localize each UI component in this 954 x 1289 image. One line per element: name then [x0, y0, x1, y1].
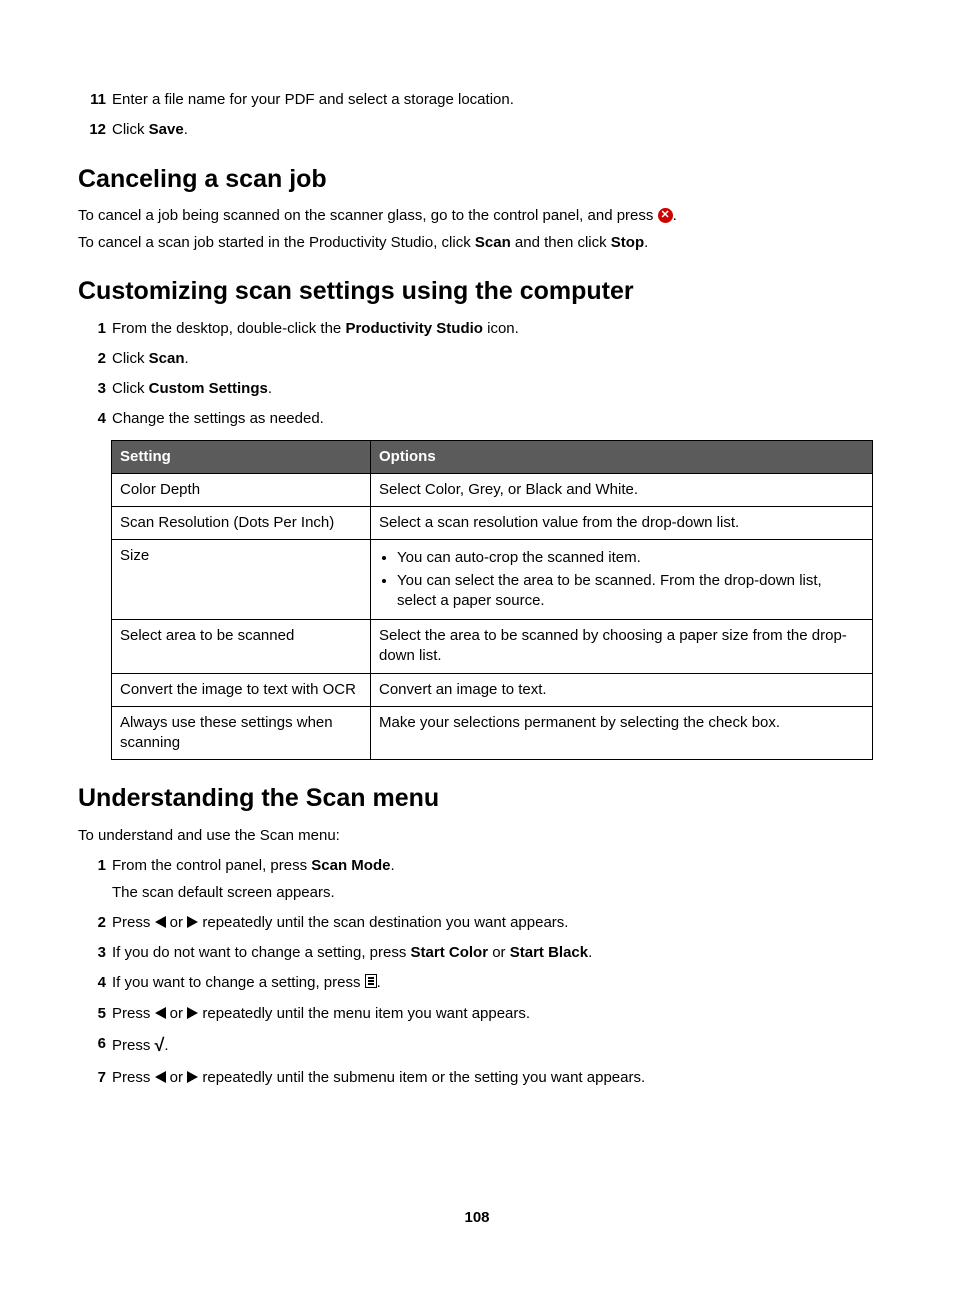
heading-canceling: Canceling a scan job — [78, 163, 876, 197]
table-header-row: Setting Options — [112, 440, 873, 473]
custom-step-1: 1 From the desktop, double-click the Pro… — [78, 319, 876, 339]
right-arrow-icon — [187, 916, 198, 928]
left-arrow-icon — [155, 1007, 166, 1019]
cancel-para-1: To cancel a job being scanned on the sca… — [78, 206, 876, 226]
step-11: 11 Enter a file name for your PDF and se… — [78, 90, 876, 110]
check-icon: √ — [155, 1033, 165, 1057]
col-setting: Setting — [112, 440, 371, 473]
step-1-subtext: The scan default screen appears. — [112, 883, 876, 903]
table-row: Select area to be scanned Select the are… — [112, 620, 873, 674]
table-row: Scan Resolution (Dots Per Inch) Select a… — [112, 507, 873, 540]
table-row: Color Depth Select Color, Grey, or Black… — [112, 473, 873, 506]
step-text: Enter a file name for your PDF and selec… — [112, 90, 876, 110]
table-row: Convert the image to text with OCR Conve… — [112, 673, 873, 706]
custom-step-2: 2 Click Scan. — [78, 349, 876, 369]
heading-customizing: Customizing scan settings using the comp… — [78, 275, 876, 309]
step-text: Click Save. — [112, 120, 876, 140]
understand-step-1: 1 From the control panel, press Scan Mod… — [78, 856, 876, 903]
left-arrow-icon — [155, 916, 166, 928]
cancel-icon: ✕ — [658, 208, 673, 223]
custom-step-4: 4 Change the settings as needed. — [78, 409, 876, 429]
understand-step-3: 3 If you do not want to change a setting… — [78, 943, 876, 963]
step-12: 12 Click Save. — [78, 120, 876, 140]
menu-icon — [365, 974, 377, 988]
left-arrow-icon — [155, 1071, 166, 1083]
table-row: Always use these settings when scanning … — [112, 706, 873, 760]
custom-step-3: 3 Click Custom Settings. — [78, 379, 876, 399]
table-row: Size You can auto-crop the scanned item.… — [112, 540, 873, 620]
understand-step-6: 6 Press √. — [78, 1034, 876, 1058]
pdf-save-steps: 11 Enter a file name for your PDF and se… — [78, 90, 876, 141]
step-number: 11 — [78, 90, 112, 110]
right-arrow-icon — [187, 1007, 198, 1019]
step-number: 12 — [78, 120, 112, 140]
understand-step-4: 4 If you want to change a setting, press… — [78, 973, 876, 993]
understand-step-2: 2 Press or repeatedly until the scan des… — [78, 913, 876, 933]
understand-steps: 1 From the control panel, press Scan Mod… — [78, 856, 876, 1088]
understand-step-5: 5 Press or repeatedly until the menu ite… — [78, 1004, 876, 1024]
cancel-para-2: To cancel a scan job started in the Prod… — [78, 233, 876, 253]
understand-step-7: 7 Press or repeatedly until the submenu … — [78, 1068, 876, 1088]
heading-understanding: Understanding the Scan menu — [78, 782, 876, 816]
page-number: 108 — [78, 1208, 876, 1228]
right-arrow-icon — [187, 1071, 198, 1083]
settings-table: Setting Options Color Depth Select Color… — [111, 440, 873, 761]
size-options-list: You can auto-crop the scanned item. You … — [397, 548, 864, 611]
col-options: Options — [371, 440, 873, 473]
understand-intro: To understand and use the Scan menu: — [78, 826, 876, 846]
customizing-steps: 1 From the desktop, double-click the Pro… — [78, 319, 876, 430]
